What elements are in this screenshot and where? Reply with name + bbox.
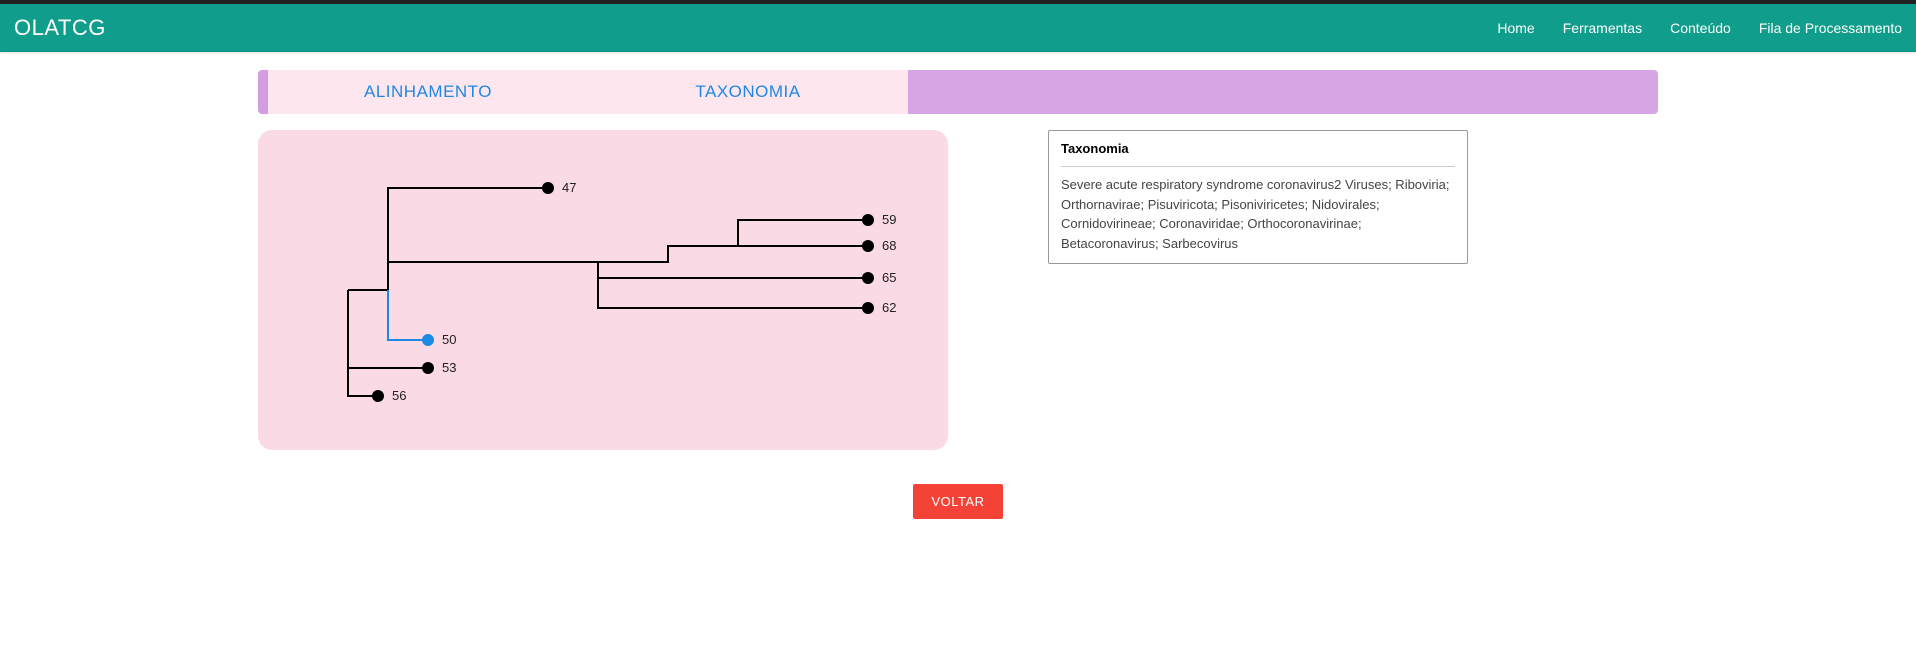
tree-node[interactable]: [422, 334, 434, 346]
tree-node[interactable]: [862, 240, 874, 252]
tab-bar: ALINHAMENTO TAXONOMIA: [258, 70, 1658, 114]
right-column: Taxonomia Severe acute respiratory syndr…: [1048, 130, 1468, 264]
tree-edge: [348, 188, 548, 290]
tree-node[interactable]: [372, 390, 384, 402]
tab-alinhamento[interactable]: ALINHAMENTO: [268, 70, 588, 114]
nav-ferramentas[interactable]: Ferramentas: [1563, 20, 1642, 36]
tree-node-label: 59: [882, 212, 896, 227]
nav-home[interactable]: Home: [1497, 20, 1534, 36]
tree-node-label: 56: [392, 388, 406, 403]
phylo-tree-panel: 47 59 68 65 62 50 53 56: [258, 130, 948, 450]
info-body: Severe acute respiratory syndrome corona…: [1061, 175, 1455, 253]
tab-accent: [258, 70, 268, 114]
tree-node[interactable]: [862, 302, 874, 314]
tree-edge: [668, 220, 868, 246]
content-wrap: ALINHAMENTO TAXONOMIA 47 59 68 65 62 50 53 56 T…: [228, 52, 1688, 559]
info-divider: [1061, 166, 1455, 167]
tree-node[interactable]: [422, 362, 434, 374]
two-columns: 47 59 68 65 62 50 53 56 Taxonomia Severe acute …: [258, 130, 1658, 450]
tree-edge: [388, 290, 428, 340]
main-nav: Home Ferramentas Conteúdo Fila de Proces…: [1497, 20, 1902, 36]
app-header: OLATCG Home Ferramentas Conteúdo Fila de…: [0, 4, 1916, 52]
phylo-tree-svg: 47 59 68 65 62 50 53 56: [278, 148, 928, 418]
taxonomy-info-box: Taxonomia Severe acute respiratory syndr…: [1048, 130, 1468, 264]
info-title: Taxonomia: [1061, 141, 1455, 156]
tree-node-label: 62: [882, 300, 896, 315]
tab-fill: [908, 70, 1658, 114]
tab-taxonomia[interactable]: TAXONOMIA: [588, 70, 908, 114]
brand-title: OLATCG: [14, 15, 106, 41]
tree-edge: [598, 246, 868, 262]
tree-node-label: 53: [442, 360, 456, 375]
nav-fila[interactable]: Fila de Processamento: [1759, 20, 1902, 36]
back-row: VOLTAR: [258, 484, 1658, 519]
nav-conteudo[interactable]: Conteúdo: [1670, 20, 1731, 36]
tree-node-label: 50: [442, 332, 456, 347]
tree-edge-selected: [388, 290, 428, 340]
left-column: 47 59 68 65 62 50 53 56: [258, 130, 948, 450]
tree-node[interactable]: [542, 182, 554, 194]
tree-node[interactable]: [862, 214, 874, 226]
tree-node-label: 68: [882, 238, 896, 253]
tree-edge: [598, 262, 868, 278]
tree-edge: [348, 368, 378, 396]
tree-edge: [388, 262, 868, 308]
back-button[interactable]: VOLTAR: [913, 484, 1002, 519]
tree-node[interactable]: [862, 272, 874, 284]
tree-node-label: 47: [562, 180, 576, 195]
tree-node-label: 65: [882, 270, 896, 285]
